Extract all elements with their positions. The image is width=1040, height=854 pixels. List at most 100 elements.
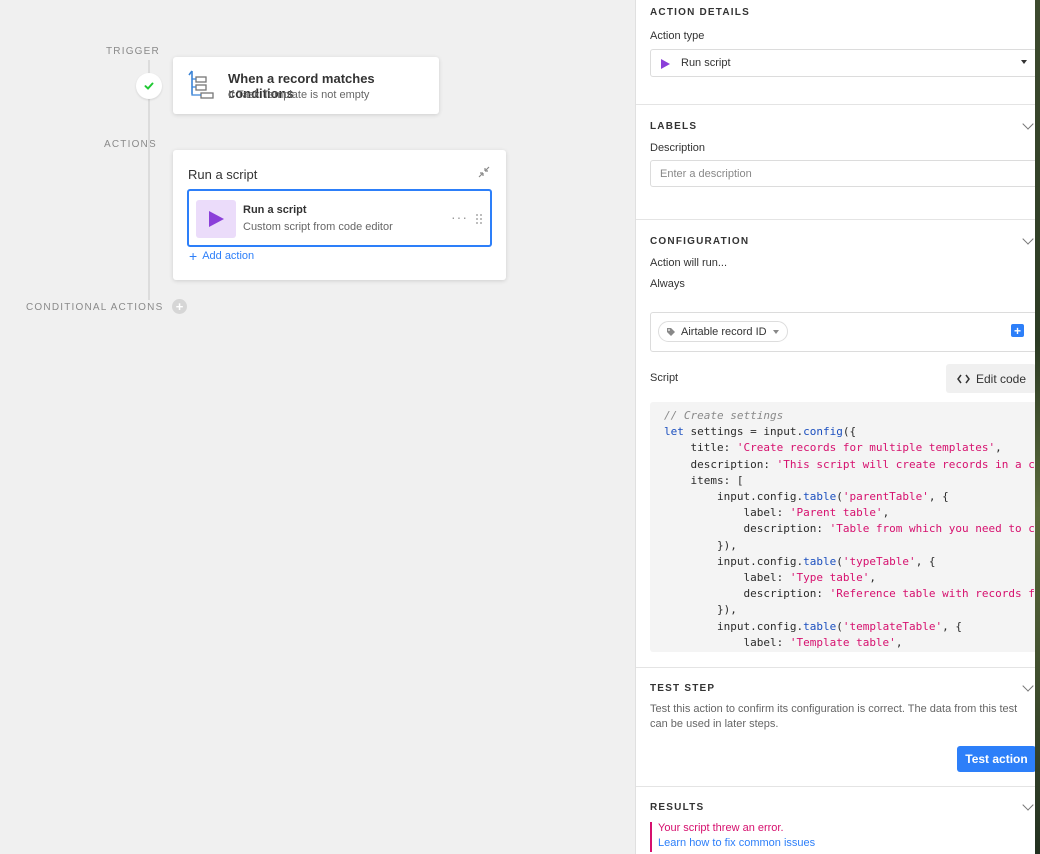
code-token: 'Template table' <box>789 635 896 649</box>
code-token: items: [ <box>664 473 744 487</box>
code-line: label: 'Type table', <box>664 570 1035 586</box>
input-variable-chip[interactable]: Airtable record ID <box>658 321 788 342</box>
chevron-down-icon[interactable] <box>1022 118 1034 130</box>
chevron-down-icon[interactable] <box>1022 233 1034 245</box>
chevron-down-icon <box>772 329 779 334</box>
plus-icon: + <box>1013 323 1021 338</box>
trigger-status <box>136 73 162 99</box>
description-placeholder: Enter a description <box>660 168 752 180</box>
error-message: Your script threw an error. <box>658 822 784 834</box>
results-section: RESULTS Your script threw an error. Lear… <box>636 786 1035 854</box>
code-line: input.config.table('parentTable', { <box>664 489 1035 505</box>
code-line: input.config.table('typeTable', { <box>664 554 1035 570</box>
background-edge <box>1035 0 1040 854</box>
code-token: , <box>869 571 876 585</box>
action-card[interactable]: Run a script Run a script Custom script … <box>173 150 506 280</box>
collapse-icon[interactable] <box>478 166 490 178</box>
play-icon <box>661 59 670 69</box>
add-variable-button[interactable]: + <box>1011 324 1024 337</box>
description-label: Description <box>650 142 706 154</box>
code-token: }), <box>664 538 737 552</box>
code-token: settings = input. <box>683 425 804 439</box>
plus-icon: + <box>175 298 184 314</box>
code-token: 'Create records for multiple templates' <box>736 441 996 455</box>
code-token: input.config. <box>664 490 804 504</box>
code-token: , <box>895 635 903 649</box>
input-variable-name: Airtable record ID <box>681 325 767 338</box>
action-type-select[interactable]: Run script <box>650 49 1035 77</box>
error-bar <box>650 822 652 852</box>
chevron-down-icon[interactable] <box>1022 799 1034 811</box>
code-token: table <box>803 490 837 504</box>
code-line: items: [ <box>664 473 1035 489</box>
action-details-panel: ACTION DETAILS Action type Run script LA… <box>635 0 1035 854</box>
test-step-heading: TEST STEP <box>650 683 716 694</box>
code-token: let <box>664 425 684 439</box>
script-step-subtitle: Custom script from code editor <box>243 221 393 233</box>
code-token: 'This script will create records in a ch <box>776 457 1035 471</box>
labels-section: LABELS Description Enter a description <box>636 104 1035 219</box>
edit-code-button[interactable]: Edit code <box>946 364 1035 393</box>
code-line: let settings = input.config({ <box>664 424 1035 440</box>
add-action-button[interactable]: + Add action <box>189 247 255 264</box>
play-icon <box>209 211 224 227</box>
code-token: ( <box>836 554 843 568</box>
action-type-value: Run script <box>681 57 731 69</box>
check-icon <box>144 82 154 90</box>
fix-issues-link[interactable]: Learn how to fix common issues <box>658 837 815 849</box>
code-token: // Create settings <box>664 409 784 422</box>
code-token: config <box>803 425 843 439</box>
action-type-label: Action type <box>650 30 705 42</box>
code-line: }), <box>664 602 1035 618</box>
code-token: 'templateTable' <box>842 619 943 633</box>
script-step-icon-wrap <box>196 200 236 238</box>
code-token: label: <box>664 635 790 649</box>
code-token: 'Parent table' <box>789 506 883 520</box>
code-token: , <box>882 506 890 520</box>
script-step-title: Run a script <box>243 204 307 216</box>
add-action-label: Add action <box>202 250 255 262</box>
script-step[interactable]: Run a script Custom script from code edi… <box>187 189 492 247</box>
action-details-heading: ACTION DETAILS <box>650 7 750 18</box>
code-line: description: 'Reference table with recor… <box>664 586 1035 602</box>
code-token: input.config. <box>664 554 804 568</box>
code-token: , { <box>915 554 936 568</box>
code-token: 'parentTable' <box>842 490 929 504</box>
plus-icon: + <box>189 247 198 264</box>
code-line: input.config.table('templateTable', { <box>664 619 1035 635</box>
test-action-button[interactable]: Test action <box>957 746 1035 772</box>
chevron-down-icon[interactable] <box>1022 680 1034 692</box>
code-token: table <box>803 619 837 633</box>
code-token: 'Table from which you need to cr <box>829 522 1035 536</box>
code-token: table <box>803 554 837 568</box>
code-token: label: <box>664 571 790 585</box>
code-token: label: <box>664 506 790 520</box>
will-run-label: Action will run... <box>650 257 728 269</box>
automation-canvas: TRIGGER ACTIONS CONDITIONAL ACTIONS When… <box>0 0 635 854</box>
edit-code-label: Edit code <box>976 371 1027 386</box>
code-token: input.config. <box>664 619 804 633</box>
code-line: description: 'Table from which you need … <box>664 521 1035 537</box>
code-line: }), <box>664 538 1035 554</box>
script-code-preview[interactable]: // Create settings let settings = input.c… <box>650 402 1035 652</box>
test-step-section: TEST STEP Test this action to confirm it… <box>636 667 1035 786</box>
code-token: 'Reference table with records fo <box>829 587 1035 601</box>
description-input[interactable]: Enter a description <box>650 160 1035 187</box>
code-token: , { <box>942 619 963 633</box>
more-icon[interactable]: ··· <box>451 209 468 225</box>
configuration-heading: CONFIGURATION <box>650 236 750 247</box>
drag-handle-icon[interactable] <box>475 213 483 225</box>
conditional-actions-label: CONDITIONAL ACTIONS <box>26 302 164 313</box>
trigger-card[interactable]: When a record matches conditions If Task… <box>173 57 439 114</box>
labels-heading: LABELS <box>650 121 698 132</box>
script-label: Script <box>650 372 679 384</box>
code-token: description: <box>664 457 777 471</box>
action-card-title: Run a script <box>188 167 258 182</box>
code-token: , <box>995 441 1002 455</box>
code-token: description: <box>664 587 830 601</box>
code-icon <box>957 374 970 383</box>
add-conditional-button[interactable]: + <box>172 299 187 314</box>
code-token: description: <box>664 522 830 536</box>
code-line: label: 'Parent table', <box>664 505 1035 521</box>
code-line: description: 'This script will create re… <box>664 457 1035 473</box>
